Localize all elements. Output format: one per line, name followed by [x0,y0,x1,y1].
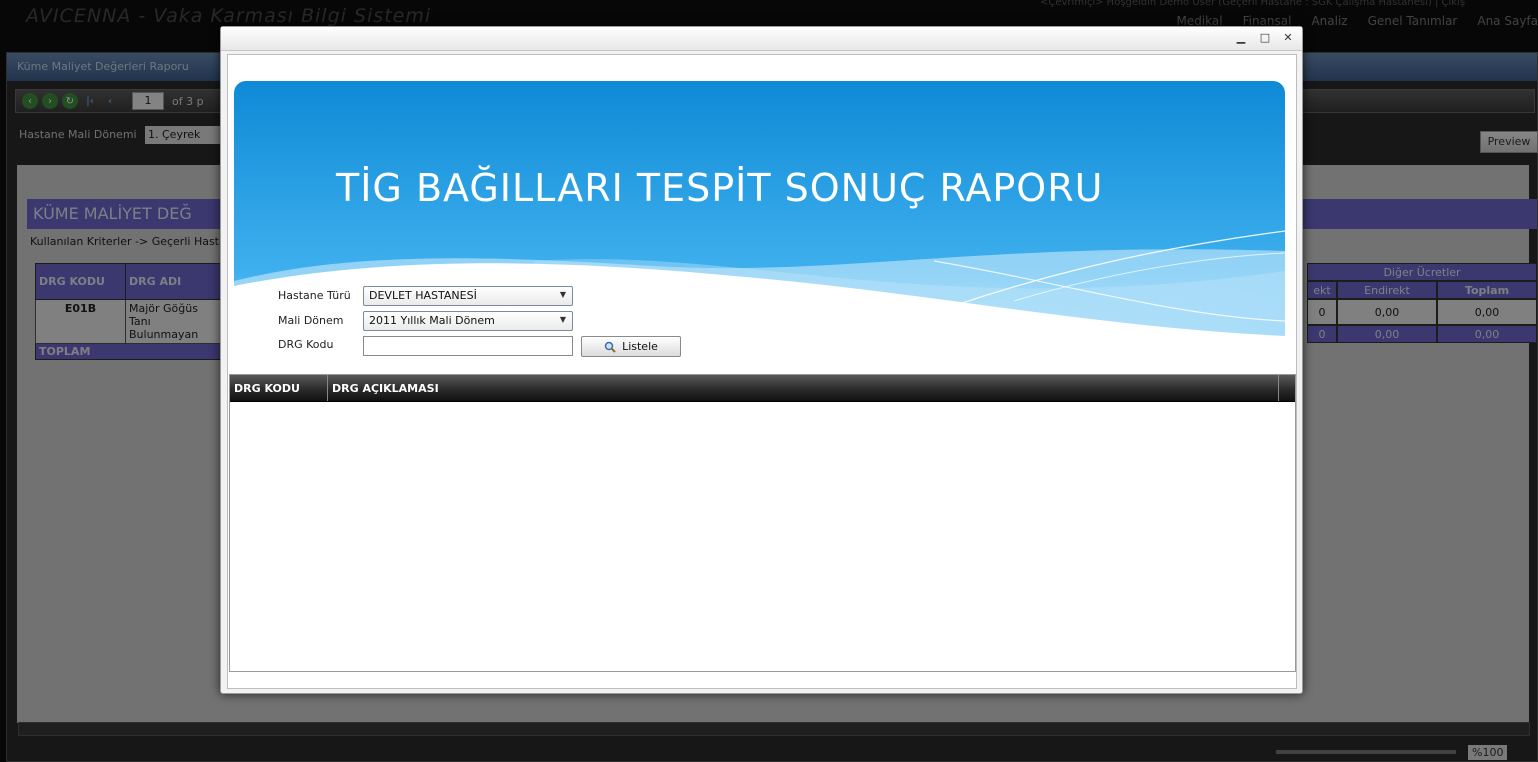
mali-donem-value: 2011 Yıllık Mali Dönem [369,314,495,327]
report-modal: ▁ □ ✕ TİG BAĞILLARI TESPİT SONUÇ RAPORU … [220,26,1303,694]
close-icon[interactable]: ✕ [1281,31,1295,45]
hastane-turu-label: Hastane Türü [278,289,351,302]
hastane-turu-value: DEVLET HASTANESİ [369,289,477,302]
chevron-down-icon: ▼ [559,290,566,299]
maximize-icon[interactable]: □ [1258,31,1272,45]
listele-button[interactable]: Listele [581,336,681,357]
search-icon [604,341,616,353]
drg-kodu-label: DRG Kodu [278,338,334,351]
modal-content: TİG BAĞILLARI TESPİT SONUÇ RAPORU Hastan… [227,54,1297,689]
mali-donem-label: Mali Dönem [278,314,344,327]
chevron-down-icon: ▼ [559,315,566,324]
mali-donem-select[interactable]: 2011 Yıllık Mali Dönem ▼ [363,311,573,331]
result-grid: DRG KODU DRG AÇIKLAMASI [229,374,1296,672]
minimize-icon[interactable]: ▁ [1234,31,1248,45]
modal-titlebar: ▁ □ ✕ [221,27,1302,51]
report-title: TİG BAĞILLARI TESPİT SONUÇ RAPORU [336,166,1104,210]
grid-col-drg-kodu[interactable]: DRG KODU [230,375,328,401]
grid-col-spacer [1279,375,1295,401]
listele-label: Listele [622,340,658,353]
grid-header: DRG KODU DRG AÇIKLAMASI [230,375,1295,402]
drg-kodu-input[interactable] [363,336,573,356]
hastane-turu-select[interactable]: DEVLET HASTANESİ ▼ [363,286,573,306]
grid-col-drg-aciklamasi[interactable]: DRG AÇIKLAMASI [328,375,1279,401]
